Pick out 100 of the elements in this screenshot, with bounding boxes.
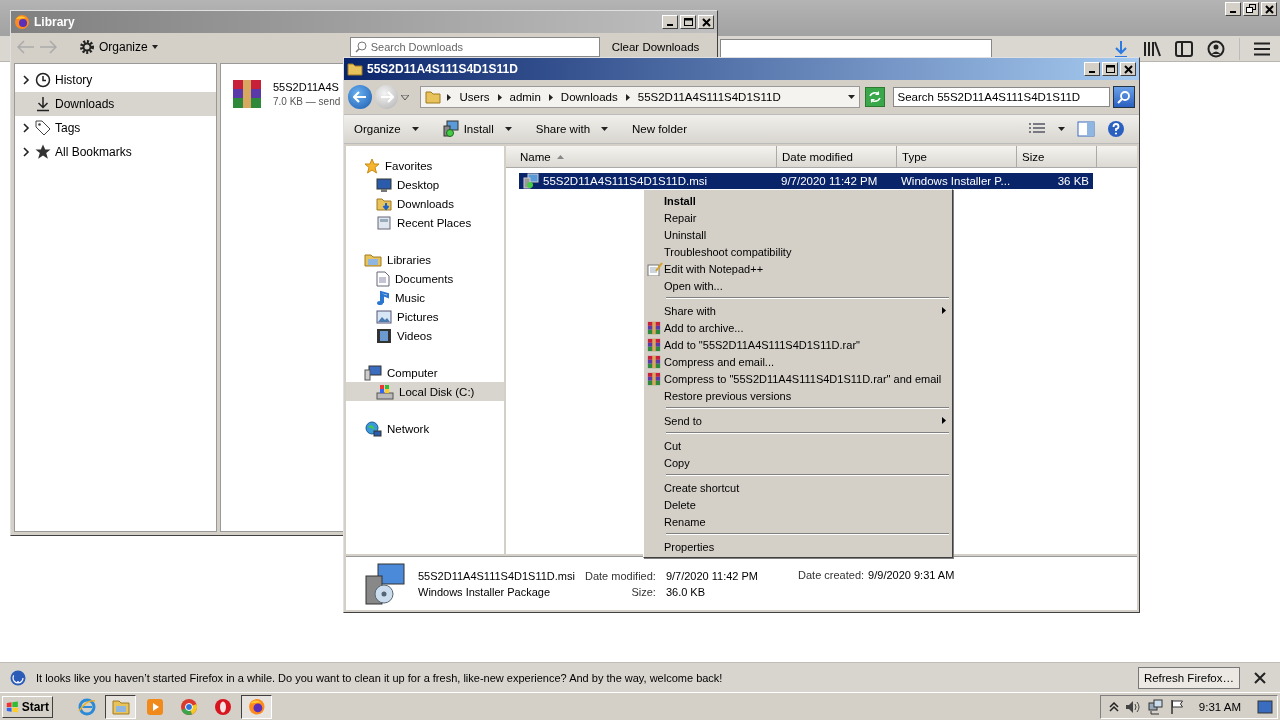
column-header[interactable]: Type <box>897 146 1017 167</box>
details-file-type: Windows Installer Package <box>418 585 552 598</box>
breadcrumb-item[interactable]: Downloads <box>558 91 620 103</box>
nav-item[interactable]: Local Disk (C:) <box>346 382 504 401</box>
file-size: 36 KB <box>1056 175 1090 187</box>
taskbar-app-button[interactable] <box>105 694 136 719</box>
chevron-up-icon[interactable] <box>1108 701 1119 712</box>
refresh-button[interactable] <box>864 87 885 107</box>
taskbar-app-button[interactable] <box>241 694 272 719</box>
nav-item[interactable]: Favorites <box>346 156 504 175</box>
menu-icon <box>1254 41 1270 56</box>
search-icon <box>1117 90 1132 104</box>
sidebar-item[interactable]: History <box>15 68 216 92</box>
clear-downloads-button[interactable]: Clear Downloads <box>605 36 706 58</box>
toolbar-button[interactable]: Share with <box>531 121 613 137</box>
chevron-icon[interactable] <box>21 147 31 157</box>
music-icon <box>376 289 390 306</box>
menu-item[interactable]: Compress and email... <box>646 353 950 370</box>
nav-item[interactable]: Pictures <box>346 307 504 326</box>
chevron-icon[interactable] <box>21 123 31 133</box>
menu-button[interactable] <box>1254 41 1270 56</box>
nav-item[interactable]: Desktop <box>346 175 504 194</box>
nav-item[interactable]: Network <box>346 419 504 438</box>
refresh-firefox-button[interactable]: Refresh Firefox… <box>1137 666 1240 689</box>
help-icon[interactable] <box>1107 120 1125 138</box>
minimize-button[interactable] <box>1084 62 1100 76</box>
nav-item[interactable]: Computer <box>346 363 504 382</box>
menu-item[interactable]: Add to archive... <box>646 319 950 336</box>
nav-item[interactable]: Music <box>346 288 504 307</box>
nav-item[interactable]: Downloads <box>346 194 504 213</box>
sidebar-item[interactable]: Downloads <box>15 92 216 116</box>
network-icon[interactable] <box>1146 698 1163 715</box>
library-folder-icon <box>364 251 382 268</box>
menu-item[interactable]: Troubleshoot compatibility <box>646 243 950 260</box>
menu-item[interactable]: Create shortcut <box>646 479 950 496</box>
search-icon <box>354 41 367 53</box>
menu-item[interactable]: Rename <box>646 513 950 530</box>
nav-item[interactable]: Libraries <box>346 250 504 269</box>
back-button[interactable] <box>348 85 372 109</box>
preview-pane-icon[interactable] <box>1077 121 1095 137</box>
sidebar-item[interactable]: All Bookmarks <box>15 140 216 164</box>
file-name: 55S2D11A4S111S4D1S11D.msi <box>543 175 708 187</box>
caret-icon <box>847 95 855 99</box>
address-bar[interactable]: Users admin Downloads 55S2D11A4S111S4D1S11D <box>420 86 860 108</box>
file-row[interactable]: 55S2D11A4S111S4D1S11D.msi 9/7/2020 11:42 PM Windows Installer P... 36 KB <box>519 173 1093 189</box>
sidebar-item[interactable]: Tags <box>15 116 216 140</box>
drive-icon <box>376 383 394 400</box>
toolbar-button[interactable]: Install <box>438 118 516 140</box>
breadcrumb-item[interactable]: Users <box>457 91 492 103</box>
start-button[interactable]: Start <box>2 695 53 718</box>
history-dropdown-icon[interactable] <box>401 94 410 100</box>
menu-item[interactable]: Copy <box>646 454 950 471</box>
column-header[interactable]: Name <box>506 146 777 167</box>
details-label: Size: <box>631 585 656 598</box>
menu-item[interactable]: Send to <box>646 412 950 429</box>
windows-logo-icon <box>6 699 19 714</box>
address-bar[interactable] <box>720 38 992 59</box>
menu-item[interactable]: Uninstall <box>646 226 950 243</box>
flag-icon[interactable] <box>1168 698 1185 715</box>
sidebar-button[interactable] <box>1175 40 1193 57</box>
installer-icon <box>364 561 408 606</box>
restore-button[interactable] <box>1243 2 1259 16</box>
organize-button[interactable]: Organize <box>77 37 160 57</box>
menu-item[interactable]: Restore previous versions <box>646 387 950 404</box>
library-button[interactable] <box>1143 39 1161 58</box>
menu-item[interactable]: Properties <box>646 538 950 555</box>
close-button[interactable] <box>1120 62 1136 76</box>
breadcrumb-item[interactable]: admin <box>507 91 543 103</box>
menu-item[interactable]: Share with <box>646 302 950 319</box>
menu-item[interactable]: Delete <box>646 496 950 513</box>
column-header[interactable]: Date modified <box>777 146 897 167</box>
maximize-button[interactable] <box>1102 62 1118 76</box>
maximize-icon <box>1103 63 1117 75</box>
nav-item[interactable]: Documents <box>346 269 504 288</box>
menu-item[interactable]: Repair <box>646 209 950 226</box>
nav-item[interactable]: Videos <box>346 326 504 345</box>
menu-item[interactable]: Install <box>646 192 950 209</box>
close-button[interactable] <box>1261 2 1277 16</box>
menu-item[interactable]: Add to "55S2D11A4S111S4D1S11D.rar" <box>646 336 950 353</box>
account-button[interactable] <box>1207 39 1225 58</box>
toolbar-button[interactable]: New folder <box>628 121 692 137</box>
column-header[interactable]: Size <box>1017 146 1097 167</box>
toolbar-button[interactable]: Organize <box>350 121 423 137</box>
menu-item[interactable]: Edit with Notepad++ <box>646 260 950 277</box>
installer-icon <box>523 173 539 189</box>
download-name: 55S2D11A4S <box>273 81 340 93</box>
nav-item[interactable]: Recent Places <box>346 213 504 232</box>
search-field[interactable]: Search 55S2D11A4S111S4D1S11D <box>892 87 1111 107</box>
search-field[interactable]: Search Downloads <box>349 37 600 57</box>
breadcrumb-item[interactable]: 55S2D11A4S111S4D1S11D <box>635 91 783 103</box>
chevron-icon[interactable] <box>21 75 31 85</box>
clock-icon <box>35 72 51 88</box>
minimize-button[interactable] <box>1225 2 1241 16</box>
menu-item[interactable]: Compress to "55S2D11A4S111S4D1S11D.rar" and email <box>646 370 950 387</box>
speaker-icon[interactable] <box>1124 699 1141 714</box>
view-options-icon[interactable] <box>1028 122 1046 136</box>
menu-item[interactable]: Open with... <box>646 277 950 294</box>
menu-item[interactable]: Cut <box>646 437 950 454</box>
show-desktop-icon[interactable] <box>1257 699 1273 714</box>
search-button[interactable] <box>1113 86 1135 108</box>
